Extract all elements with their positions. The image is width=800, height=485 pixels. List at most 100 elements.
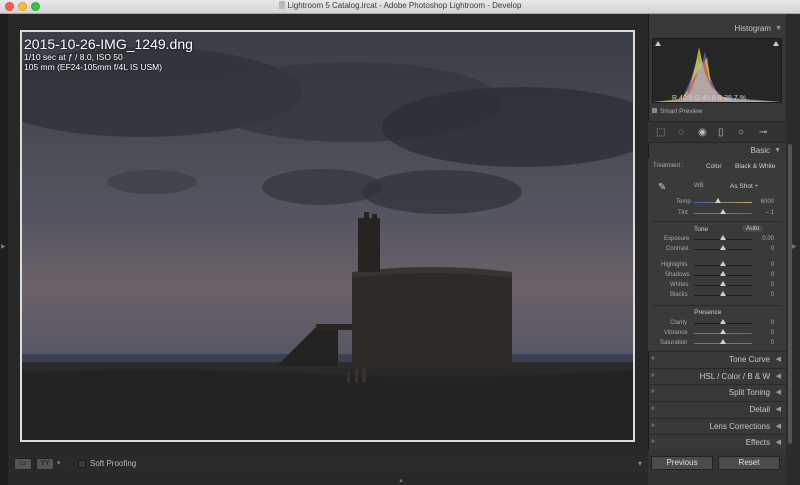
tint-label: Tint: [678, 210, 688, 216]
temp-value[interactable]: 6000: [754, 199, 774, 205]
lens-corrections-title: Lens Corrections: [709, 422, 770, 431]
triangle-left-icon: ◀: [775, 373, 781, 380]
loupe-view-button[interactable]: ▭: [14, 458, 32, 470]
tone-curve-title: Tone Curve: [729, 355, 770, 364]
basic-title: Basic: [750, 146, 770, 155]
panel-bottom-buttons: Previous Reset: [648, 451, 786, 485]
exposure-value[interactable]: 0.00: [754, 236, 774, 242]
histogram-rgb-readout: R 42.5 G 40.8 B 38.7 %: [672, 95, 746, 102]
vibrance-value[interactable]: 0: [754, 330, 774, 336]
before-after-button[interactable]: YY: [36, 458, 54, 470]
wb-preset-select[interactable]: As Shot ÷: [730, 183, 758, 190]
right-panel-toggle-icon[interactable]: ▶: [792, 243, 797, 250]
previous-button[interactable]: Previous: [651, 456, 713, 470]
before-after-dropdown-icon[interactable]: ▾: [57, 459, 61, 467]
triangle-down-icon: ▼: [774, 147, 781, 154]
scrollbar-thumb[interactable]: [788, 144, 792, 444]
blacks-label: Blacks: [670, 292, 688, 298]
crop-tool-icon[interactable]: ⬚: [656, 127, 665, 139]
lens-corrections-header[interactable]: ■ Lens Corrections ◀: [648, 418, 786, 433]
clarity-value[interactable]: 0: [754, 320, 774, 326]
hsl-header[interactable]: ■ HSL / Color / B & W ◀: [648, 368, 786, 383]
detail-header[interactable]: ■ Detail ◀: [648, 401, 786, 416]
whites-slider-knob[interactable]: [720, 281, 726, 286]
triangle-left-icon: ◀: [775, 389, 781, 396]
graduated-filter-icon[interactable]: ▯: [718, 127, 724, 139]
treatment-label: Treatment :: [653, 163, 684, 169]
temp-slider-knob[interactable]: [715, 198, 721, 203]
vibrance-label: Vibrance: [664, 330, 688, 336]
histogram-title: Histogram: [734, 24, 771, 33]
whites-label: Whites: [670, 282, 689, 288]
split-toning-header[interactable]: ■ Split Toning ◀: [648, 384, 786, 399]
develop-toolbar: ▭ YY ▾ Soft Proofing ▾: [8, 455, 648, 473]
left-panel-toggle-icon[interactable]: ▶: [1, 243, 6, 250]
vibrance-slider-knob[interactable]: [720, 329, 726, 334]
exposure-label: Exposure: [664, 236, 690, 242]
blacks-slider-knob[interactable]: [720, 291, 726, 296]
histogram-display[interactable]: [652, 38, 782, 103]
tint-slider-knob[interactable]: [720, 209, 726, 214]
clarity-label: Clarity: [670, 320, 688, 326]
smart-preview-label: Smart Preview: [660, 108, 703, 115]
tone-curve-header[interactable]: ■ Tone Curve ◀: [648, 351, 786, 366]
basic-header[interactable]: Basic ▼: [648, 143, 786, 158]
exposure-slider-knob[interactable]: [720, 235, 726, 240]
presence-label: Presence: [694, 309, 722, 316]
contrast-value[interactable]: 0: [754, 246, 774, 252]
divider: [652, 305, 782, 306]
histogram-header[interactable]: Histogram ▼: [649, 21, 787, 36]
reset-button[interactable]: Reset: [718, 456, 780, 470]
eyedropper-icon[interactable]: ✎: [658, 182, 666, 193]
highlights-slider-knob[interactable]: [720, 261, 726, 266]
shadows-value[interactable]: 0: [754, 272, 774, 278]
shadow-clipping-icon[interactable]: [655, 41, 661, 46]
temp-slider-track[interactable]: [694, 202, 752, 203]
smart-preview-icon: [652, 108, 657, 113]
window-title: Lightroom 5 Catalog.lrcat - Adobe Photos…: [0, 1, 800, 10]
wb-label: WB :: [694, 183, 707, 189]
develop-tool-strip: ⬚ ◌ ◉ ▯ ○ ⊸: [648, 121, 786, 143]
triangle-left-icon: ◀: [775, 439, 781, 446]
panel-switch-icon[interactable]: ■: [651, 419, 655, 434]
effects-header[interactable]: ■ Effects ◀: [648, 434, 786, 449]
treatment-bw-button[interactable]: Black & White: [735, 163, 775, 170]
soft-proofing-label: Soft Proofing: [90, 459, 137, 468]
highlights-label: Highlights: [661, 262, 688, 268]
whites-value[interactable]: 0: [754, 282, 774, 288]
toolbar-menu-icon[interactable]: ▾: [638, 459, 642, 468]
saturation-label: Saturation: [660, 340, 688, 346]
triangle-left-icon: ◀: [775, 356, 781, 363]
panel-switch-icon[interactable]: ■: [651, 385, 655, 400]
saturation-slider-knob[interactable]: [720, 339, 726, 344]
highlights-value[interactable]: 0: [754, 262, 774, 268]
basic-panel: Treatment : Color Black & White ✎ WB : A…: [648, 158, 786, 350]
blacks-value[interactable]: 0: [754, 292, 774, 298]
effects-title: Effects: [745, 438, 770, 447]
auto-tone-button[interactable]: Auto: [742, 225, 764, 232]
shadows-slider-knob[interactable]: [720, 271, 726, 276]
panel-switch-icon[interactable]: ■: [651, 402, 655, 417]
adjustment-brush-icon[interactable]: ⊸: [759, 127, 767, 139]
tint-value[interactable]: – 1: [754, 210, 774, 216]
clarity-slider-knob[interactable]: [720, 319, 726, 324]
photo-preview[interactable]: [20, 30, 635, 442]
hsl-title: HSL / Color / B & W: [699, 372, 770, 381]
spot-removal-icon[interactable]: ◌: [678, 127, 684, 139]
panel-switch-icon[interactable]: ■: [651, 369, 655, 384]
highlight-clipping-icon[interactable]: [773, 41, 779, 46]
saturation-value[interactable]: 0: [754, 340, 774, 346]
radial-filter-icon[interactable]: ○: [738, 127, 744, 139]
triangle-down-icon: ▼: [775, 25, 782, 32]
window-titlebar: Lightroom 5 Catalog.lrcat - Adobe Photos…: [0, 0, 800, 14]
photo-exposure-info: 1/10 sec at ƒ / 8.0, ISO 50: [24, 52, 123, 62]
red-eye-icon[interactable]: ◉: [698, 127, 707, 139]
filmstrip-toggle-icon[interactable]: ▲: [398, 478, 404, 484]
contrast-label: Contrast: [666, 246, 689, 252]
panel-switch-icon[interactable]: ■: [651, 435, 655, 450]
divider: [652, 221, 782, 222]
panel-switch-icon[interactable]: ■: [651, 352, 655, 367]
treatment-color-button[interactable]: Color: [706, 163, 722, 170]
contrast-slider-knob[interactable]: [720, 245, 726, 250]
soft-proofing-checkbox[interactable]: [78, 460, 86, 468]
